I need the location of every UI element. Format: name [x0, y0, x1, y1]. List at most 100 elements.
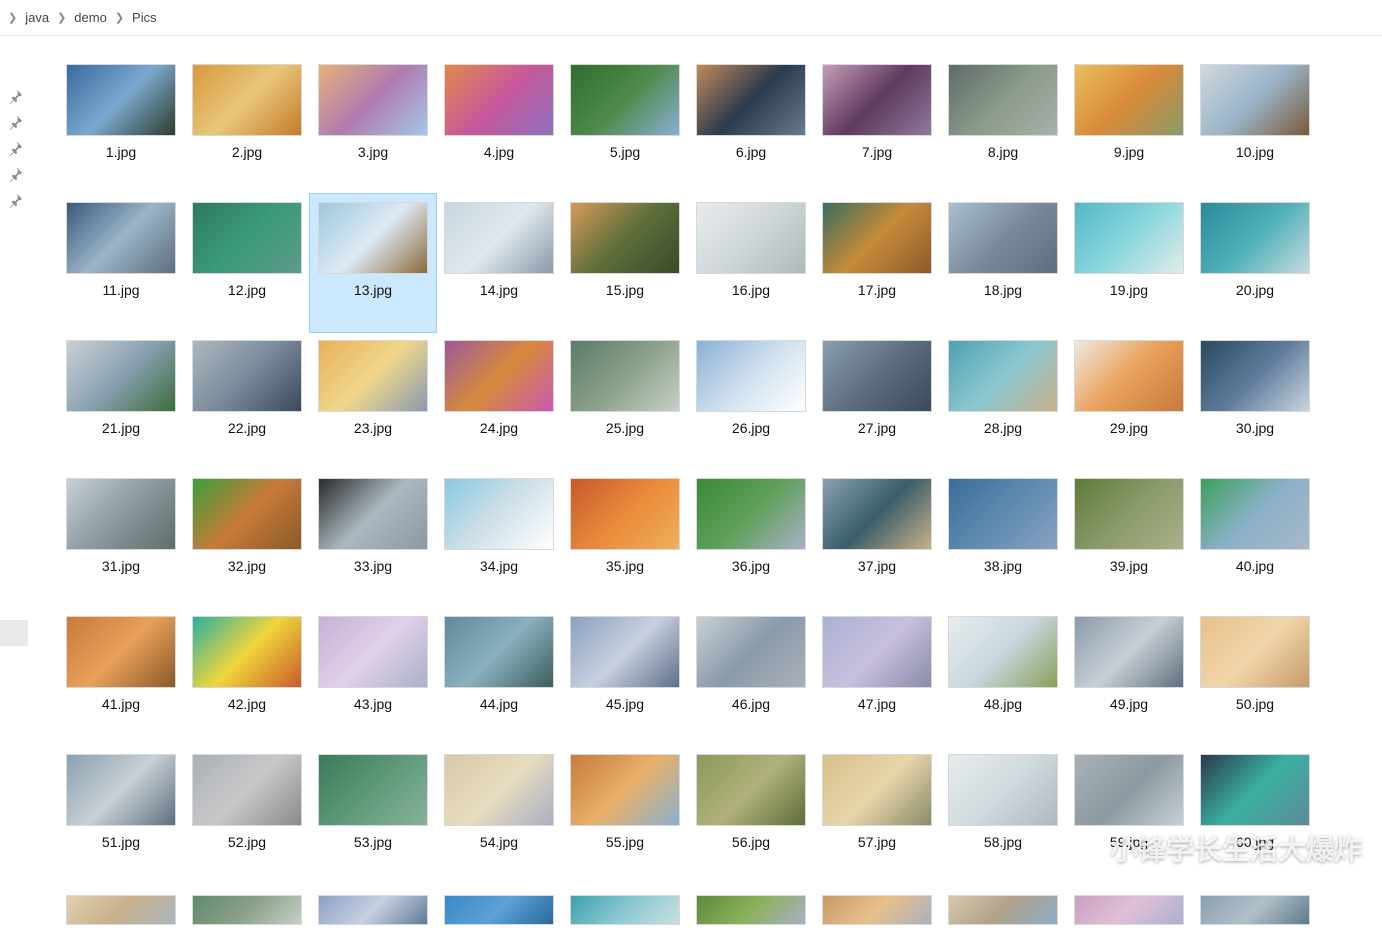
- file-label: 39.jpg: [1110, 558, 1148, 574]
- file-item[interactable]: 13.jpg: [310, 194, 436, 332]
- file-item[interactable]: 18.jpg: [940, 194, 1066, 332]
- file-item[interactable]: 30.jpg: [1192, 332, 1318, 470]
- file-item[interactable]: 40.jpg: [1192, 470, 1318, 608]
- file-item[interactable]: 29.jpg: [1066, 332, 1192, 470]
- file-item[interactable]: 26.jpg: [688, 332, 814, 470]
- file-item[interactable]: 56.jpg: [688, 746, 814, 884]
- file-label: 17.jpg: [858, 282, 896, 298]
- file-item[interactable]: 14.jpg: [436, 194, 562, 332]
- breadcrumb[interactable]: ❯ java ❯ demo ❯ Pics: [0, 0, 1382, 36]
- thumbnail: [821, 614, 933, 690]
- file-item[interactable]: 19.jpg: [1066, 194, 1192, 332]
- file-item[interactable]: 17.jpg: [814, 194, 940, 332]
- file-item[interactable]: 21.jpg: [58, 332, 184, 470]
- file-item[interactable]: 33.jpg: [310, 470, 436, 608]
- file-item[interactable]: 69.jpg: [1066, 884, 1192, 932]
- file-item[interactable]: 60.jpg: [1192, 746, 1318, 884]
- file-item[interactable]: 37.jpg: [814, 470, 940, 608]
- file-item[interactable]: 9.jpg: [1066, 56, 1192, 194]
- thumbnail: [65, 614, 177, 690]
- file-item[interactable]: 16.jpg: [688, 194, 814, 332]
- file-item[interactable]: 42.jpg: [184, 608, 310, 746]
- file-item[interactable]: 32.jpg: [184, 470, 310, 608]
- thumbnail: [1199, 62, 1311, 138]
- file-item[interactable]: 34.jpg: [436, 470, 562, 608]
- file-item[interactable]: 66.jpg: [688, 884, 814, 932]
- thumbnail: [443, 890, 555, 930]
- file-item[interactable]: 64.jpg: [436, 884, 562, 932]
- file-item[interactable]: 4.jpg: [436, 56, 562, 194]
- file-item[interactable]: 1.jpg: [58, 56, 184, 194]
- file-item[interactable]: 15.jpg: [562, 194, 688, 332]
- thumbnail: [695, 62, 807, 138]
- file-item[interactable]: 62.jpg: [184, 884, 310, 932]
- file-label: 11.jpg: [102, 282, 139, 298]
- file-item[interactable]: 27.jpg: [814, 332, 940, 470]
- file-item[interactable]: 10.jpg: [1192, 56, 1318, 194]
- breadcrumb-item[interactable]: demo: [68, 7, 113, 28]
- file-item[interactable]: 36.jpg: [688, 470, 814, 608]
- pin-icon[interactable]: [8, 142, 22, 156]
- file-item[interactable]: 20.jpg: [1192, 194, 1318, 332]
- file-item[interactable]: 59.jpg: [1066, 746, 1192, 884]
- thumbnail: [1199, 476, 1311, 552]
- file-item[interactable]: 8.jpg: [940, 56, 1066, 194]
- file-item[interactable]: 35.jpg: [562, 470, 688, 608]
- file-item[interactable]: 24.jpg: [436, 332, 562, 470]
- file-item[interactable]: 11.jpg: [58, 194, 184, 332]
- file-item[interactable]: 58.jpg: [940, 746, 1066, 884]
- thumbnail: [191, 752, 303, 828]
- file-item[interactable]: 45.jpg: [562, 608, 688, 746]
- breadcrumb-item[interactable]: Pics: [126, 7, 163, 28]
- file-item[interactable]: 57.jpg: [814, 746, 940, 884]
- file-label: 35.jpg: [606, 558, 644, 574]
- file-item[interactable]: 61.jpg: [58, 884, 184, 932]
- file-item[interactable]: 54.jpg: [436, 746, 562, 884]
- file-item[interactable]: 65.jpg: [562, 884, 688, 932]
- thumbnail: [1199, 200, 1311, 276]
- file-item[interactable]: 41.jpg: [58, 608, 184, 746]
- file-item[interactable]: 12.jpg: [184, 194, 310, 332]
- file-item[interactable]: 43.jpg: [310, 608, 436, 746]
- file-item[interactable]: 31.jpg: [58, 470, 184, 608]
- thumbnail: [947, 338, 1059, 414]
- file-item[interactable]: 44.jpg: [436, 608, 562, 746]
- file-item[interactable]: 50.jpg: [1192, 608, 1318, 746]
- breadcrumb-item[interactable]: java: [19, 7, 55, 28]
- file-label: 53.jpg: [354, 834, 392, 850]
- pin-icon[interactable]: [8, 90, 22, 104]
- file-item[interactable]: 6.jpg: [688, 56, 814, 194]
- file-item[interactable]: 38.jpg: [940, 470, 1066, 608]
- file-item[interactable]: 68.jpg: [940, 884, 1066, 932]
- file-label: 51.jpg: [102, 834, 140, 850]
- thumbnail: [821, 62, 933, 138]
- file-item[interactable]: 51.jpg: [58, 746, 184, 884]
- file-item[interactable]: 70.jpg: [1192, 884, 1318, 932]
- file-label: 31.jpg: [102, 558, 140, 574]
- file-item[interactable]: 48.jpg: [940, 608, 1066, 746]
- thumbnail: [569, 614, 681, 690]
- file-item[interactable]: 49.jpg: [1066, 608, 1192, 746]
- file-item[interactable]: 46.jpg: [688, 608, 814, 746]
- file-item[interactable]: 67.jpg: [814, 884, 940, 932]
- file-item[interactable]: 52.jpg: [184, 746, 310, 884]
- file-item[interactable]: 28.jpg: [940, 332, 1066, 470]
- file-item[interactable]: 23.jpg: [310, 332, 436, 470]
- file-item[interactable]: 63.jpg: [310, 884, 436, 932]
- pin-icon[interactable]: [8, 116, 22, 130]
- file-item[interactable]: 5.jpg: [562, 56, 688, 194]
- thumbnail: [569, 476, 681, 552]
- file-item[interactable]: 55.jpg: [562, 746, 688, 884]
- file-item[interactable]: 22.jpg: [184, 332, 310, 470]
- file-item[interactable]: 53.jpg: [310, 746, 436, 884]
- file-item[interactable]: 47.jpg: [814, 608, 940, 746]
- file-item[interactable]: 3.jpg: [310, 56, 436, 194]
- file-item[interactable]: 39.jpg: [1066, 470, 1192, 608]
- pin-icon[interactable]: [8, 168, 22, 182]
- file-item[interactable]: 2.jpg: [184, 56, 310, 194]
- pin-icon[interactable]: [8, 194, 22, 208]
- thumbnail: [65, 62, 177, 138]
- file-item[interactable]: 7.jpg: [814, 56, 940, 194]
- file-item[interactable]: 25.jpg: [562, 332, 688, 470]
- file-label: 16.jpg: [732, 282, 770, 298]
